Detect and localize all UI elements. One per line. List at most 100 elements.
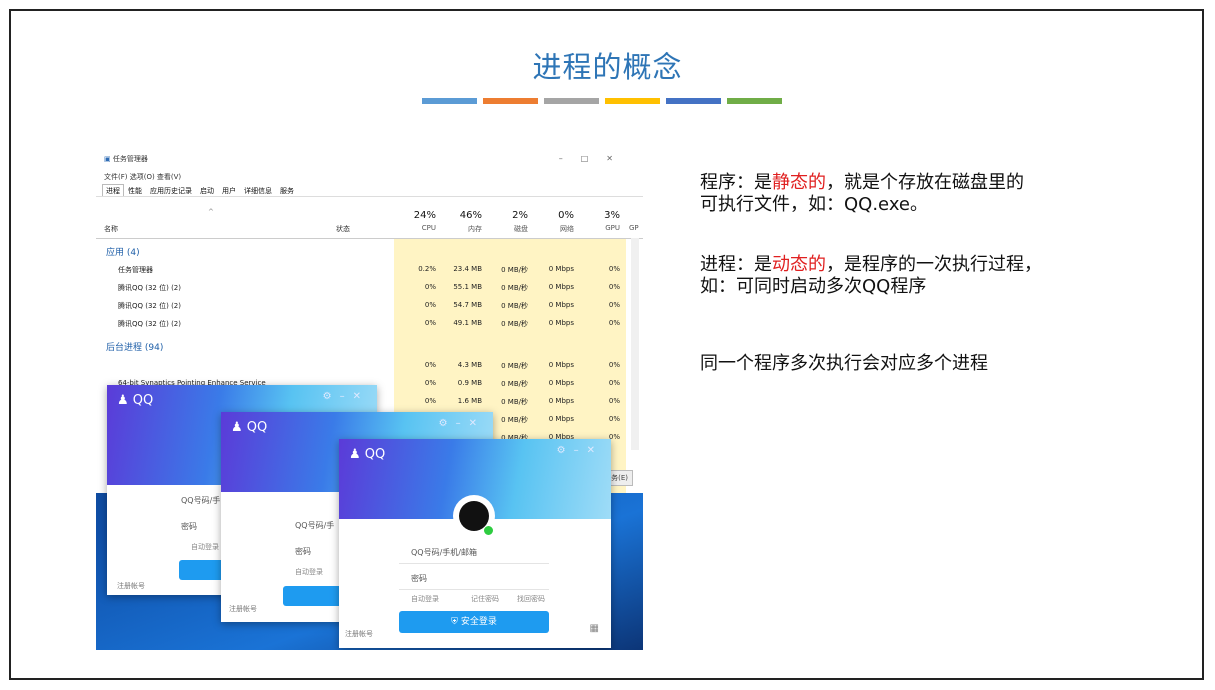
qq-avatar	[455, 497, 494, 536]
qq-auto-login-3[interactable]: 自动登录	[411, 594, 439, 604]
process-cpu: 0%	[424, 319, 436, 327]
shield-icon: ⛨	[451, 617, 458, 627]
process-disk: 0 MB/秒	[501, 398, 528, 406]
note-process: 进程：是动态的，是程序的一次执行过程， 如：可同时启动多次QQ程序	[700, 254, 1042, 297]
group-apps[interactable]: 应用 (4)	[106, 245, 140, 258]
tab-details[interactable]: 详细信息	[240, 184, 276, 196]
qq-retrieve-3[interactable]: 找回密码	[517, 594, 545, 604]
process-name: 任务管理器	[118, 266, 153, 274]
col-status-header[interactable]: 状态	[336, 224, 350, 234]
qq-window-controls-3[interactable]: ⚙–✕	[557, 445, 603, 456]
window-controls[interactable]: –□✕	[559, 154, 631, 163]
process-row[interactable]: 腾讯QQ (32 位) (2) 0% 49.1 MB 0 MB/秒 0 Mbps 0%	[96, 314, 643, 332]
qq-register-3[interactable]: 注册帐号	[345, 629, 373, 639]
tab-users[interactable]: 用户	[218, 184, 240, 196]
slide-title: 进程的概念	[532, 50, 683, 84]
tab-services[interactable]: 服务	[276, 184, 298, 196]
process-gpu: 0%	[608, 265, 620, 273]
qq-login-button-3[interactable]: ⛨ 安全登录	[399, 611, 549, 633]
task-manager-titlebar: ▣ 任务管理器 –□✕	[96, 148, 643, 170]
process-cpu: 0%	[424, 397, 436, 405]
qq-brand-2: ♟ QQ	[231, 420, 268, 435]
process-net: 0 Mbps	[548, 361, 574, 369]
qr-code-icon[interactable]: ▦	[590, 623, 599, 634]
qq-register-2[interactable]: 注册帐号	[229, 604, 257, 614]
process-net: 0 Mbps	[548, 265, 574, 273]
process-gpu: 0%	[608, 379, 620, 387]
process-cpu: 0%	[424, 283, 436, 291]
scrollbar[interactable]	[631, 238, 639, 450]
menu-bar[interactable]: 文件(F) 选项(O) 查看(V)	[96, 170, 643, 184]
qq-password-field-3[interactable]: 密码	[411, 573, 427, 584]
col-disk-pct[interactable]: 2%	[498, 210, 528, 221]
qq-remember-3[interactable]: 记住密码	[471, 594, 499, 604]
process-row[interactable]: 0% 4.3 MB 0 MB/秒 0 Mbps 0%	[96, 356, 643, 374]
process-mem: 49.1 MB	[453, 319, 482, 327]
process-name: 腾讯QQ (32 位) (2)	[118, 302, 181, 310]
process-cpu: 0%	[424, 301, 436, 309]
color-bar	[666, 98, 721, 104]
process-mem: 4.3 MB	[457, 361, 482, 369]
qq-account-field-2[interactable]: QQ号码/手	[295, 520, 334, 531]
process-net: 0 Mbps	[548, 301, 574, 309]
process-disk: 0 MB/秒	[501, 302, 528, 310]
process-gpu: 0%	[608, 319, 620, 327]
note-program: 程序：是静态的，就是个存放在磁盘里的 可执行文件，如：QQ.exe。	[700, 172, 1024, 215]
process-net: 0 Mbps	[548, 283, 574, 291]
process-gpu: 0%	[608, 415, 620, 423]
process-disk: 0 MB/秒	[501, 416, 528, 424]
account-underline	[399, 563, 549, 564]
tab-startup[interactable]: 启动	[196, 184, 218, 196]
col-gpu-name: GPU	[605, 224, 620, 232]
screenshot: ▣ 任务管理器 –□✕ 文件(F) 选项(O) 查看(V) 进程 性能 应用历史…	[96, 148, 643, 650]
process-row[interactable]: 腾讯QQ (32 位) (2) 0% 54.7 MB 0 MB/秒 0 Mbps 0%	[96, 296, 643, 314]
tab-processes[interactable]: 进程	[102, 184, 124, 196]
tab-app-history[interactable]: 应用历史记录	[146, 184, 196, 196]
qq-brand-1: ♟ QQ	[117, 393, 154, 408]
process-gpu: 0%	[608, 301, 620, 309]
qq-brand-3: ♟ QQ	[349, 447, 386, 462]
col-mem-pct[interactable]: 46%	[452, 210, 482, 221]
process-mem: 1.6 MB	[457, 397, 482, 405]
process-name: 腾讯QQ (32 位) (2)	[118, 320, 181, 328]
process-gpu: 0%	[608, 397, 620, 405]
qq-password-field-1[interactable]: 密码	[181, 521, 197, 532]
qq-auto-login-1[interactable]: 自动登录	[191, 542, 219, 552]
col-gpu-pct[interactable]: 3%	[590, 210, 620, 221]
group-background[interactable]: 后台进程 (94)	[106, 340, 163, 353]
qq-auto-login-2[interactable]: 自动登录	[295, 567, 323, 577]
tab-performance[interactable]: 性能	[124, 184, 146, 196]
note-multiple-processes: 同一个程序多次执行会对应多个进程	[700, 353, 988, 374]
col-cpu-pct[interactable]: 24%	[406, 210, 436, 221]
process-disk: 0 MB/秒	[501, 284, 528, 292]
col-net-pct[interactable]: 0%	[544, 210, 574, 221]
process-net: 0 Mbps	[548, 397, 574, 405]
qq-account-field-3[interactable]: QQ号码/手机/邮箱	[411, 547, 477, 558]
col-net-name: 网络	[560, 225, 574, 233]
qq-window-controls-1[interactable]: ⚙–✕	[323, 391, 369, 402]
qq-password-field-2[interactable]: 密码	[295, 546, 311, 557]
process-disk: 0 MB/秒	[501, 266, 528, 274]
col-gpu-extra: GP	[629, 224, 639, 232]
penguin-icon: ♟	[349, 447, 361, 462]
process-row[interactable]: 腾讯QQ (32 位) (2) 0% 55.1 MB 0 MB/秒 0 Mbps 0%	[96, 278, 643, 296]
qq-register-1[interactable]: 注册帐号	[117, 581, 145, 591]
col-cpu-name: CPU	[421, 224, 436, 232]
qq-account-field-1[interactable]: QQ号码/手	[181, 495, 220, 506]
qq-login-button-2[interactable]	[283, 586, 343, 606]
process-gpu: 0%	[608, 283, 620, 291]
process-mem: 54.7 MB	[453, 301, 482, 309]
color-bar	[605, 98, 660, 104]
online-status-icon	[483, 525, 494, 536]
process-net: 0 Mbps	[548, 319, 574, 327]
process-disk: 0 MB/秒	[501, 320, 528, 328]
col-name-header[interactable]: 名称	[104, 224, 118, 234]
process-mem: 55.1 MB	[453, 283, 482, 291]
password-underline	[399, 589, 549, 590]
qq-window-controls-2[interactable]: ⚙–✕	[439, 418, 485, 429]
process-net: 0 Mbps	[548, 415, 574, 423]
tab-strip: 进程 性能 应用历史记录 启动 用户 详细信息 服务	[96, 184, 643, 197]
penguin-icon: ♟	[117, 393, 129, 408]
process-mem: 0.9 MB	[457, 379, 482, 387]
process-row[interactable]: 任务管理器 0.2% 23.4 MB 0 MB/秒 0 Mbps 0%	[96, 260, 643, 278]
